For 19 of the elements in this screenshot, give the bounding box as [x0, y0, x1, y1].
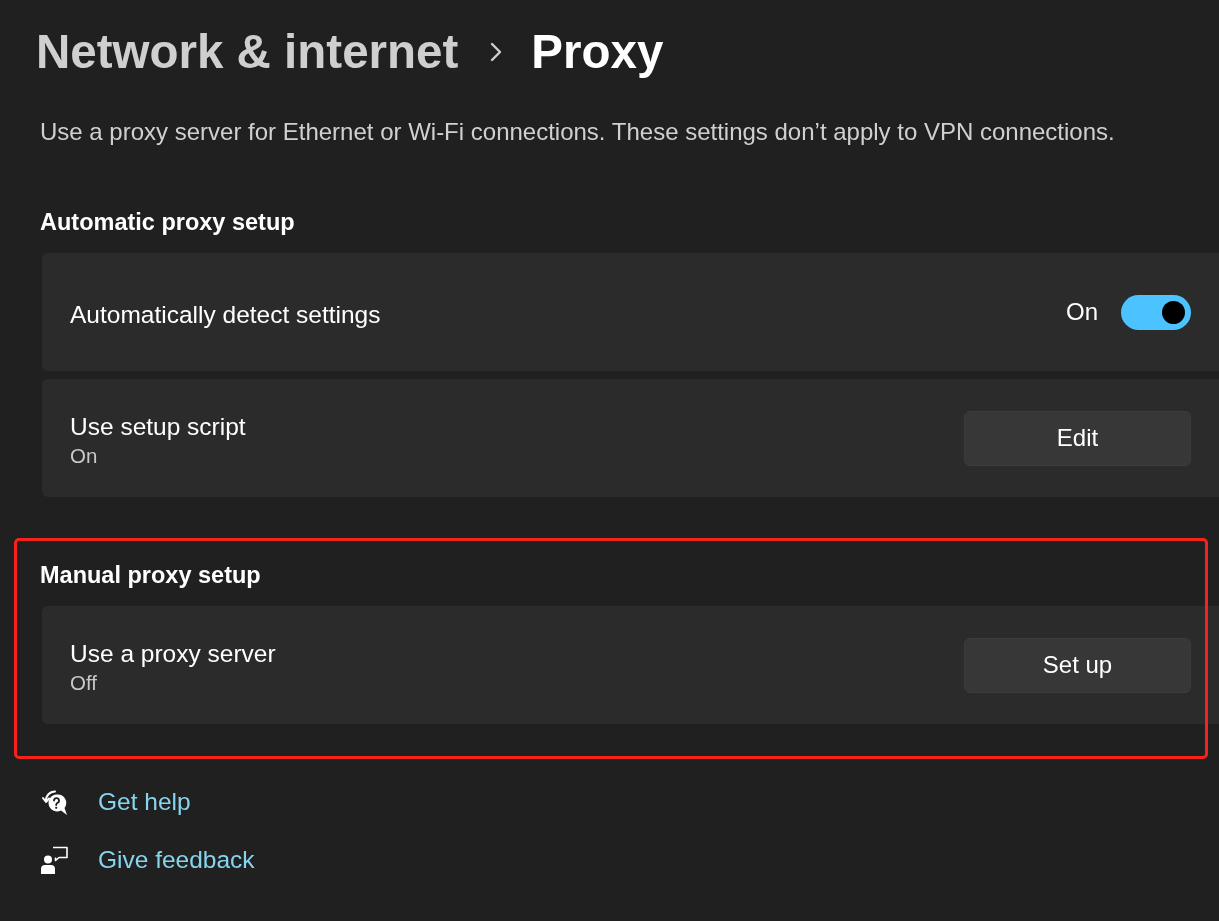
section-heading: Automatic proxy setup	[40, 208, 295, 237]
feedback-link[interactable]: Give feedback	[40, 840, 255, 880]
setting-title: Use a proxy server	[70, 639, 276, 669]
help-link[interactable]: Get help	[40, 782, 191, 822]
section-heading: Manual proxy setup	[40, 561, 261, 590]
help-icon	[40, 788, 68, 816]
setting-status: On	[70, 443, 98, 469]
chevron-right-icon	[490, 41, 504, 63]
setting-status: Off	[70, 670, 97, 696]
description-text: Use a proxy server for Ethernet or Wi-Fi connections. These settings don’t apply to VPN connections.	[40, 117, 1115, 147]
setting-title: Use setup script	[70, 412, 246, 442]
toggle-state-label: On	[1066, 297, 1098, 327]
action-button[interactable]: Set up	[964, 637, 1191, 693]
setting-title: Automatically detect settings	[70, 300, 381, 330]
page-title: Proxy	[531, 24, 664, 80]
feedback-icon	[40, 846, 68, 874]
action-button[interactable]: Edit	[964, 410, 1191, 466]
toggle-switch[interactable]	[1121, 294, 1191, 330]
breadcrumb-link[interactable]: Network & internet	[36, 23, 459, 81]
